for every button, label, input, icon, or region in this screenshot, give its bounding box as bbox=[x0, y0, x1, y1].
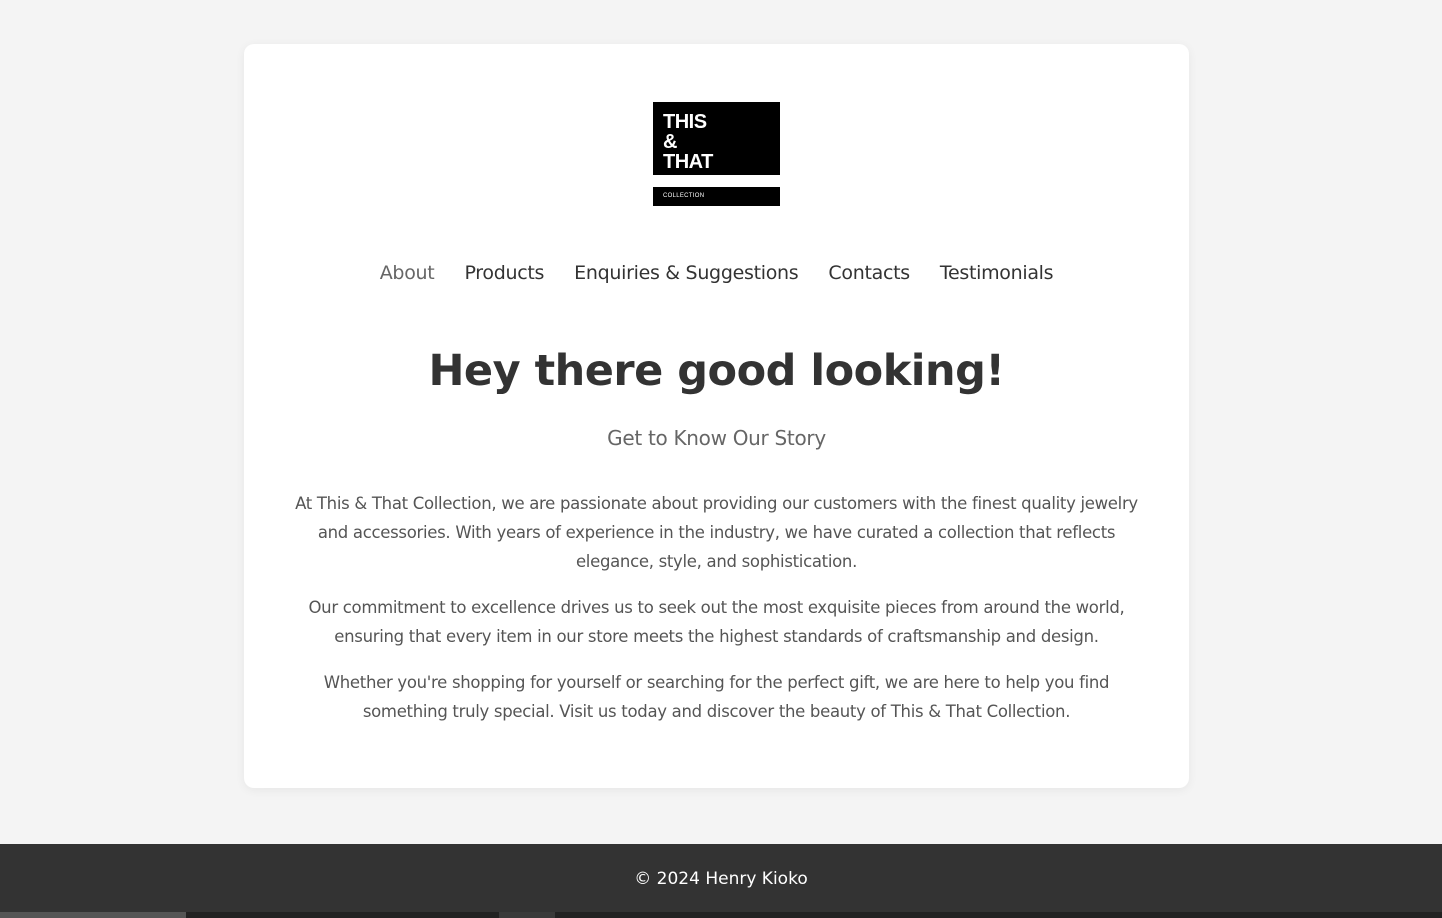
bottom-strip-segment bbox=[499, 912, 555, 918]
main-card: THIS & THAT COLLECTION About Products En… bbox=[244, 44, 1189, 788]
story-paragraph-3: Whether you're shopping for yourself or … bbox=[323, 673, 1110, 721]
page-footer: © 2024 Henry Kioko bbox=[0, 844, 1442, 918]
nav-item-products[interactable]: Products bbox=[464, 260, 544, 286]
nav-item-contacts[interactable]: Contacts bbox=[828, 260, 910, 286]
bottom-strip bbox=[0, 912, 1442, 918]
page-title: Hey there good looking! bbox=[428, 346, 1005, 396]
logo-line-2: & bbox=[663, 131, 677, 153]
brand-logo[interactable]: THIS & THAT COLLECTION bbox=[653, 102, 780, 206]
logo-subtitle: COLLECTION bbox=[653, 187, 780, 206]
logo-line-3: THAT bbox=[663, 151, 713, 173]
nav-item-testimonials[interactable]: Testimonials bbox=[940, 260, 1054, 286]
nav-item-enquiries[interactable]: Enquiries & Suggestions bbox=[574, 260, 799, 286]
nav-item-about[interactable]: About bbox=[380, 260, 435, 286]
main-nav: About Products Enquiries & Suggestions C… bbox=[244, 260, 1189, 286]
bottom-strip-segment bbox=[0, 912, 186, 918]
story-content: At This & That Collection, we are passio… bbox=[294, 489, 1139, 743]
logo-line-1: THIS bbox=[663, 111, 707, 133]
story-paragraph-1: At This & That Collection, we are passio… bbox=[295, 494, 1138, 571]
story-paragraph-2: Our commitment to excellence drives us t… bbox=[308, 598, 1125, 646]
page-subtitle: Get to Know Our Story bbox=[607, 426, 826, 450]
logo-block: THIS & THAT bbox=[653, 102, 780, 175]
footer-copyright: © 2024 Henry Kioko bbox=[634, 869, 808, 889]
